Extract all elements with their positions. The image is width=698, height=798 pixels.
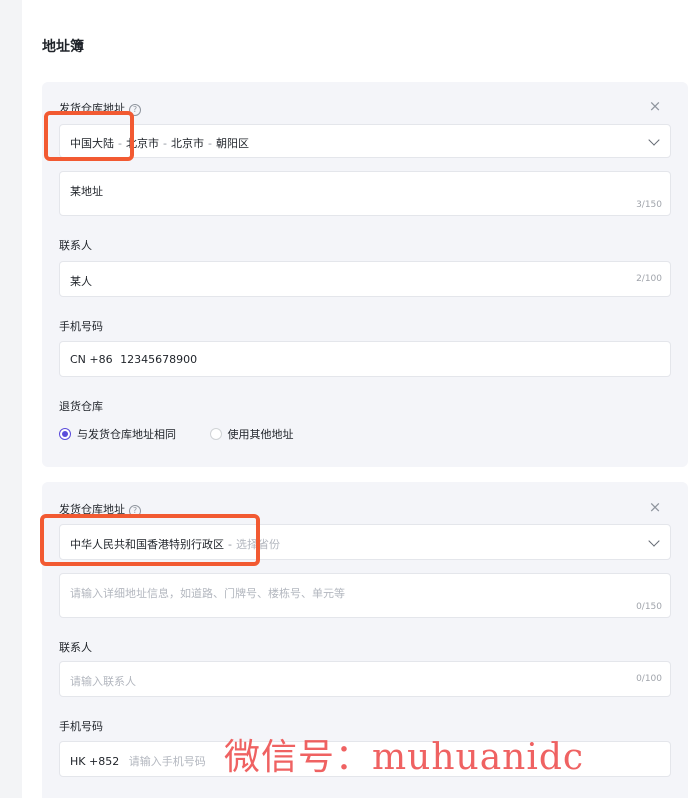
region-select[interactable]: 中国大陆 - 北京市 - 北京市 - 朝阳区: [59, 124, 671, 158]
region-district: 朝阳区: [215, 137, 249, 150]
phone-country-code[interactable]: HK +852: [70, 755, 119, 768]
address-card-1: 发货仓库地址? × 中国大陆 - 北京市 - 北京市 - 朝阳区 某地址 3/150 联系人…: [42, 82, 688, 467]
contact-label: 联系人: [59, 641, 92, 654]
close-icon[interactable]: ×: [648, 500, 662, 515]
contact-input[interactable]: 某人 2/100: [59, 261, 671, 297]
char-count: 0/150: [636, 602, 662, 612]
chevron-down-icon: [648, 134, 660, 146]
close-icon[interactable]: ×: [648, 99, 662, 114]
char-count: 3/150: [636, 200, 662, 210]
radio-same-address[interactable]: 与发货仓库地址相同: [59, 426, 176, 442]
watermark: 微信号：muhuanidc: [224, 737, 585, 778]
phone-label: 手机号码: [59, 720, 103, 733]
chevron-down-icon: [648, 535, 660, 547]
char-count: 0/100: [636, 674, 662, 684]
address-input[interactable]: 请输入详细地址信息，如道路、门牌号、楼栋号、单元等 0/150: [59, 573, 671, 618]
highlight-box-hongkong: [40, 514, 260, 566]
radio-checked-icon[interactable]: [59, 428, 71, 440]
return-warehouse-label: 退货仓库: [59, 400, 103, 413]
char-count: 2/100: [636, 274, 662, 284]
contact-input[interactable]: 请输入联系人 0/100: [59, 661, 671, 697]
phone-country-code[interactable]: CN +86: [70, 353, 113, 366]
highlight-box-mainland: [44, 111, 134, 161]
contact-label: 联系人: [59, 239, 92, 252]
radio-other-address[interactable]: 使用其他地址: [209, 426, 294, 442]
region-city: 北京市: [170, 137, 204, 150]
page-title: 地址簿: [42, 39, 84, 55]
return-warehouse-options: 与发货仓库地址相同 使用其他地址: [59, 426, 324, 442]
address-input[interactable]: 某地址 3/150: [59, 171, 671, 216]
radio-unchecked-icon[interactable]: [209, 428, 222, 440]
phone-input[interactable]: CN +86 12345678900: [59, 341, 671, 377]
phone-label: 手机号码: [59, 320, 103, 333]
